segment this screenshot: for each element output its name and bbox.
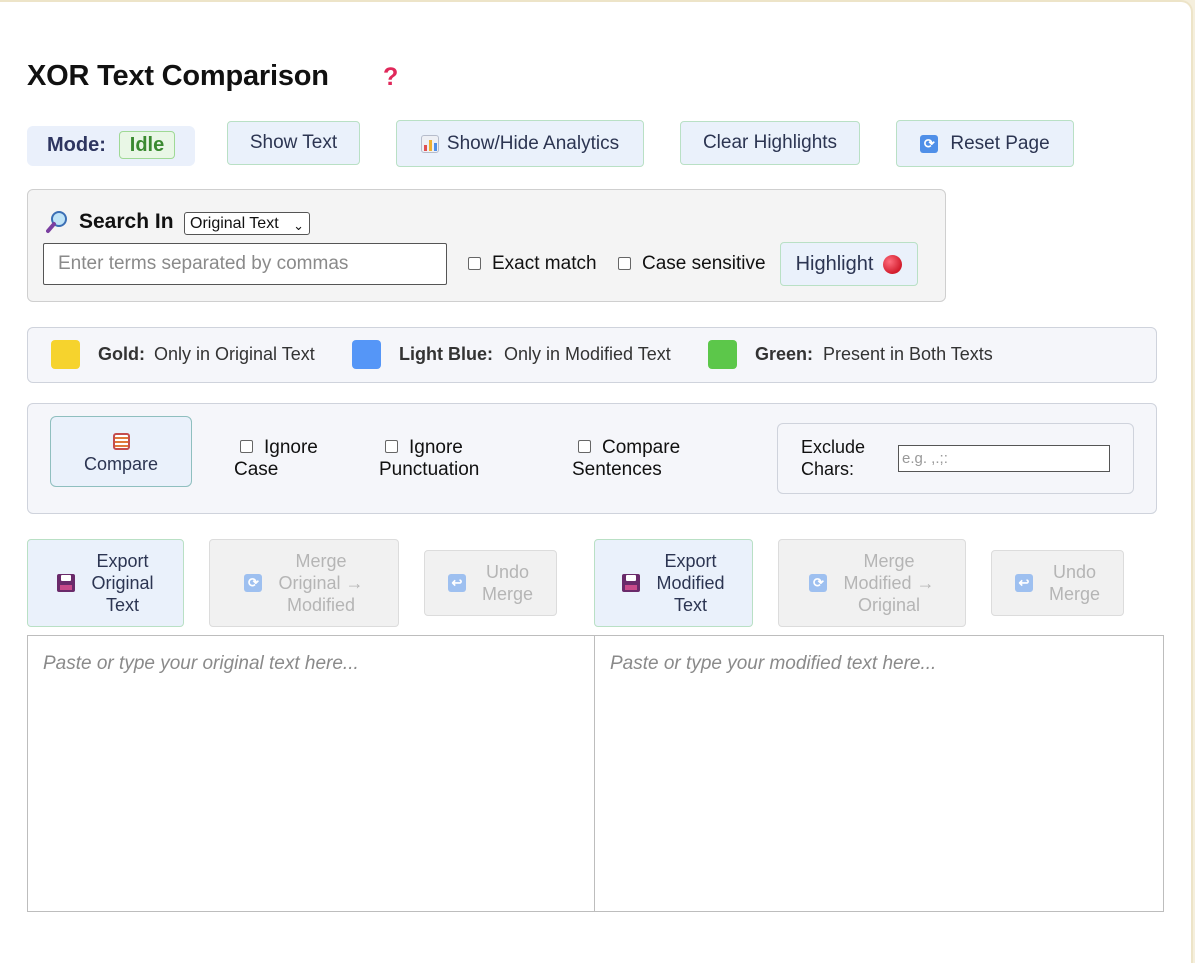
export-modified-label: Export Modified Text <box>656 551 725 615</box>
chevron-down-icon: ⌄ <box>293 218 304 233</box>
merge-original-to-modified-button[interactable]: ⟳ Merge Original → Modified <box>209 539 399 627</box>
highlight-button[interactable]: Highlight <box>780 242 918 286</box>
merge-original-label: Merge Original → Modified <box>278 551 364 615</box>
search-terms-input[interactable]: Enter terms separated by commas <box>43 243 447 285</box>
undo-icon: ↩ <box>447 574 466 592</box>
merge-modified-label: Merge Modified → Original <box>843 551 935 615</box>
undo-merge-right-label: Undo Merge <box>1048 562 1101 604</box>
legend-gold-key: Gold: <box>98 344 145 364</box>
magnifier-icon <box>46 211 67 233</box>
show-hide-analytics-button[interactable]: Show/Hide Analytics <box>396 120 644 167</box>
undo-merge-left-button[interactable]: ↩ Undo Merge <box>424 550 557 616</box>
abacus-icon <box>112 433 130 450</box>
legend-green-text: Present in Both Texts <box>823 344 993 364</box>
green-swatch <box>708 340 737 369</box>
show-hide-analytics-label: Show/Hide Analytics <box>446 132 620 154</box>
page-title: XOR Text Comparison <box>27 60 329 92</box>
compare-label: Compare <box>83 454 159 474</box>
search-in-label: Search In <box>79 210 174 233</box>
export-modified-button[interactable]: Export Modified Text <box>594 539 753 627</box>
compare-button[interactable]: Compare <box>50 416 192 487</box>
clear-highlights-label: Clear Highlights <box>702 132 838 153</box>
red-circle-icon <box>883 254 903 274</box>
merge-modified-to-original-button[interactable]: ⟳ Merge Modified → Original <box>778 539 966 627</box>
gold-swatch <box>51 340 80 369</box>
undo-merge-right-button[interactable]: ↩ Undo Merge <box>991 550 1124 616</box>
exclude-chars-input[interactable]: e.g. ,.;: <box>898 445 1110 472</box>
compare-sentences-label: Compare Sentences <box>572 437 681 480</box>
search-target-select[interactable]: Original Text ⌄ <box>184 212 310 235</box>
bar-chart-icon <box>420 134 439 153</box>
highlight-label: Highlight <box>795 252 874 275</box>
original-text-editor[interactable]: Paste or type your original text here... <box>27 635 595 912</box>
legend-blue-key: Light Blue: <box>399 344 493 364</box>
clear-highlights-button[interactable]: Clear Highlights <box>680 121 860 165</box>
reset-page-button[interactable]: ⟳ Reset Page <box>896 120 1074 167</box>
help-icon[interactable]: ? <box>383 63 398 92</box>
exact-match-label: Exact match <box>492 253 597 274</box>
mode-status-badge: Idle <box>119 131 175 159</box>
case-sensitive-label: Case sensitive <box>642 253 766 274</box>
reset-page-label: Reset Page <box>950 132 1050 154</box>
ignore-case-label: Ignore Case <box>234 437 318 480</box>
search-target-value: Original Text <box>190 215 279 232</box>
export-original-label: Export Original Text <box>91 551 154 615</box>
undo-icon: ↩ <box>1014 574 1033 592</box>
export-original-button[interactable]: Export Original Text <box>27 539 184 627</box>
floppy-disk-icon <box>622 574 641 592</box>
show-text-label: Show Text <box>249 132 338 153</box>
modified-text-editor[interactable]: Paste or type your modified text here... <box>594 635 1164 912</box>
legend-blue-text: Only in Modified Text <box>504 344 671 364</box>
refresh-icon: ⟳ <box>244 574 263 592</box>
ignore-punctuation-label: Ignore Punctuation <box>379 437 480 480</box>
mode-label: Mode: <box>47 134 106 156</box>
exclude-chars-label: Exclude Chars: <box>801 437 866 479</box>
light-blue-swatch <box>352 340 381 369</box>
undo-merge-left-label: Undo Merge <box>481 562 534 604</box>
exact-match-checkbox[interactable] <box>468 257 481 270</box>
show-text-button[interactable]: Show Text <box>227 121 360 165</box>
floppy-disk-icon <box>57 574 76 592</box>
case-sensitive-checkbox[interactable] <box>618 257 631 270</box>
legend-gold-text: Only in Original Text <box>154 344 315 364</box>
refresh-icon: ⟳ <box>809 574 828 592</box>
refresh-icon: ⟳ <box>920 134 939 153</box>
legend-green-key: Green: <box>755 344 814 364</box>
